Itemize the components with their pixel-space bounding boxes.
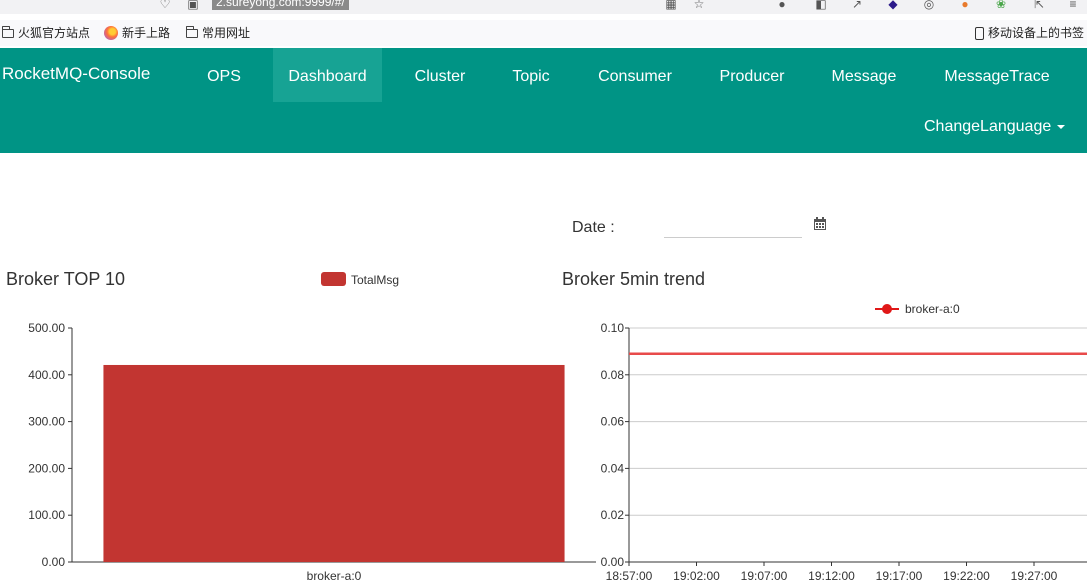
line-x-tick-label: 19:12:00 [808,569,855,583]
sync-icon[interactable]: ◎ [922,0,936,11]
bar-legend-swatch [321,272,346,286]
line-x-tick-label: 19:17:00 [876,569,923,583]
bookmark-item[interactable]: 火狐官方站点 [2,25,90,41]
date-label: Date : [572,219,615,236]
bookmarks-bar: 火狐官方站点 新手上路 常用网址 移动设备上的书签 [0,20,1087,46]
change-language-dropdown[interactable]: ChangeLanguage [924,118,1066,136]
bookmark-label: 常用网址 [202,26,251,40]
phone-icon [975,26,984,40]
star-icon[interactable]: ☆ [692,0,706,11]
calendar-icon[interactable] [813,217,827,231]
qr-icon[interactable]: ▦ [664,0,678,11]
line-x-tick-label: 19:27:00 [1011,569,1058,583]
nav-topic[interactable]: Topic [500,48,562,102]
menu-icon[interactable]: ≡ [1066,0,1080,11]
nav-ops[interactable]: OPS [197,48,251,102]
bar-y-tick-label: 0.00 [42,555,66,569]
line-y-tick-label: 0.04 [601,461,625,475]
bar-y-tick-label: 300.00 [28,415,65,429]
mobile-bookmarks-label: 移动设备上的书签 [988,26,1085,40]
shield-ext-icon[interactable]: ◆ [886,0,900,11]
line-y-tick-label: 0.06 [601,415,625,429]
mobile-bookmarks[interactable]: 移动设备上的书签 [975,25,1084,41]
change-language-label: ChangeLanguage [924,118,1052,135]
line-x-tick-label: 19:02:00 [673,569,720,583]
page-icon: ▣ [187,0,199,11]
browser-url-bar[interactable]: ♡ ▣ 2.sureyong.com:9999/#/ ▦ ☆ ● ◧ ↗ ◆ ◎… [0,0,1087,14]
share-icon[interactable]: ⇱ [1032,0,1046,11]
bookmark-item[interactable]: 新手上路 [104,25,170,41]
folder-icon [2,26,14,38]
bookmark-label: 新手上路 [122,26,171,40]
nav-cluster[interactable]: Cluster [400,48,480,102]
nav-consumer[interactable]: Consumer [584,48,686,102]
line-legend-label: broker-a:0 [905,302,960,316]
brand-logo[interactable]: RocketMQ-Console [2,64,150,84]
nav-producer[interactable]: Producer [706,48,798,102]
fox-icon[interactable]: ● [958,0,972,11]
line-x-tick-label: 19:22:00 [943,569,990,583]
extension-icon[interactable]: ◧ [814,0,828,11]
firefox-icon [104,26,118,40]
date-input[interactable] [664,216,802,238]
line-y-tick-label: 0.02 [601,508,625,522]
bar-y-tick-label: 500.00 [28,321,65,335]
url-text[interactable]: 2.sureyong.com:9999/#/ [212,0,349,10]
bar-y-tick-label: 400.00 [28,368,65,382]
bookmark-item[interactable]: 常用网址 [186,25,250,41]
nav-dashboard[interactable]: Dashboard [273,48,382,102]
line-y-tick-label: 0.00 [601,555,625,569]
line-x-tick-label: 18:57:00 [606,569,653,583]
line-y-tick-label: 0.08 [601,368,625,382]
bar-y-tick-label: 200.00 [28,461,65,475]
bar-x-tick-label: broker-a:0 [307,569,362,583]
bookmark-label: 火狐官方站点 [18,26,91,40]
bar-legend-label: TotalMsg [351,273,399,287]
top-navbar: RocketMQ-Console OPS Dashboard Cluster T… [0,48,1087,153]
bar-mark [103,364,565,562]
line-x-tick-label: 19:07:00 [741,569,788,583]
account-icon[interactable]: ● [775,0,789,11]
bar-y-tick-label: 100.00 [28,508,65,522]
leaf-icon[interactable]: ❀ [994,0,1008,11]
arrow-icon[interactable]: ↗ [850,0,864,11]
nav-messagetrace[interactable]: MessageTrace [932,48,1062,102]
nav-message[interactable]: Message [819,48,909,102]
bar-chart-title: Broker TOP 10 [6,269,126,289]
folder-icon [186,26,198,38]
caret-down-icon [1057,124,1066,129]
line-y-tick-label: 0.10 [601,321,625,335]
line-legend-marker [882,304,892,314]
shield-icon[interactable]: ♡ [158,0,172,11]
line-chart-title: Broker 5min trend [562,269,706,289]
